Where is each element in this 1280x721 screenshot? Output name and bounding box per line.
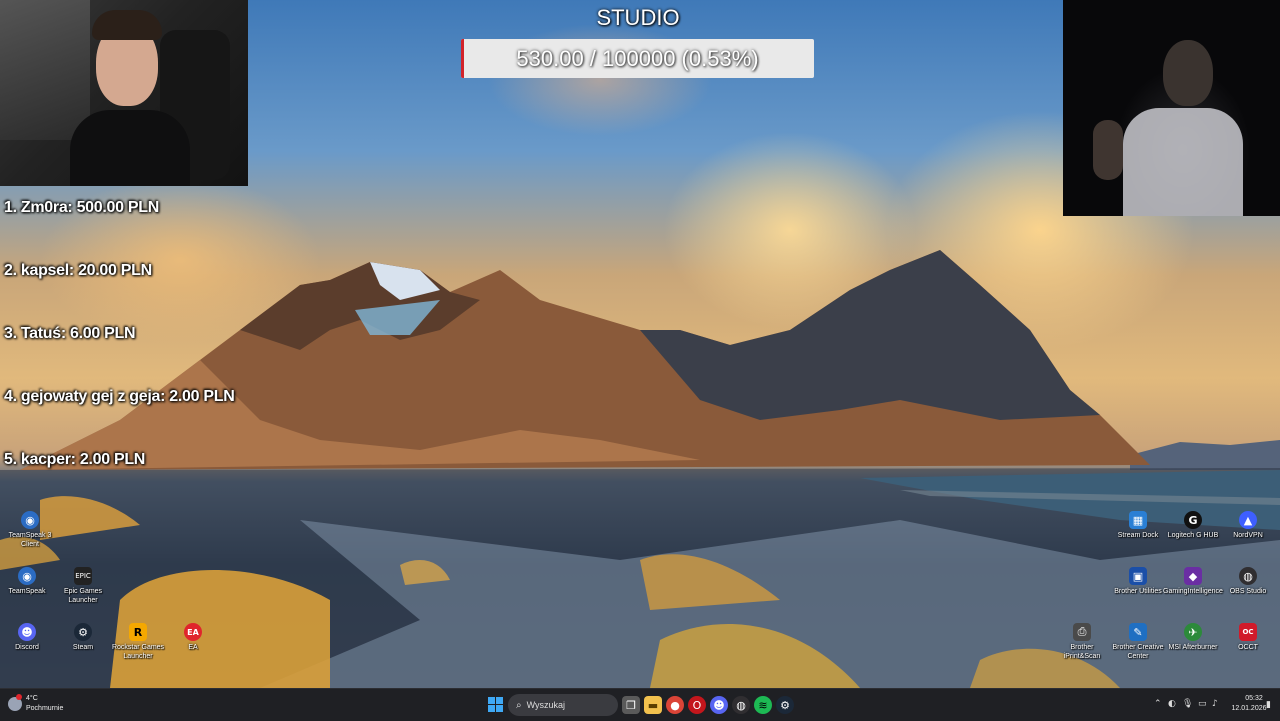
occt-icon: OC [1239, 623, 1257, 641]
network-icon[interactable]: ▭ [1198, 699, 1207, 709]
webcam-right-person-hand [1093, 120, 1123, 180]
desktop-icon-rockstar-games-launcher[interactable]: R Rockstar Games Launcher [108, 623, 168, 661]
task-view-icon[interactable]: ❐ [622, 696, 640, 714]
desktop-icon-occt[interactable]: OC OCCT [1218, 623, 1278, 652]
discord-icon: ☻ [18, 623, 36, 641]
gaming-intelligence-icon: ◆ [1184, 567, 1202, 585]
desktop-icon-brother-creative-center[interactable]: ✎ Brother Creative Center [1108, 623, 1168, 661]
weather-temperature: 4°C [26, 695, 38, 702]
ea-icon: EA [184, 623, 202, 641]
goal-progress-bar: 530.00 / 100000 (0.53%) [461, 39, 814, 78]
microphone-icon[interactable]: 🎙 [1182, 699, 1193, 709]
steam-taskbar-icon[interactable]: ⚙ [776, 696, 794, 714]
desktop-icon-label: TeamSpeak [8, 588, 46, 595]
desktop-icon-label: Logitech G HUB [1167, 532, 1219, 539]
notification-bell-icon[interactable]: ▮ [1266, 700, 1271, 710]
windows-logo-icon [488, 697, 504, 712]
desktop-icon-stream-dock[interactable]: ▦ Stream Dock [1108, 511, 1168, 540]
notification-badge-icon [16, 694, 22, 700]
weather-description: Pochmurnie [26, 705, 64, 712]
desktop-icon-obs-studio[interactable]: ◍ OBS Studio [1218, 567, 1278, 596]
file-explorer-icon[interactable]: ▬ [644, 696, 662, 714]
desktop-icon-label: NordVPN [1233, 532, 1263, 539]
desktop-icon-brother-utilities[interactable]: ▣ Brother Utilities [1108, 567, 1168, 596]
desktop-icon-label: Rockstar Games Launcher [111, 644, 165, 660]
desktop-icon-label: TeamSpeak 3 Client [8, 532, 52, 548]
taskbar: 4°C Pochmurnie ⌕ Wyszukaj ❐ ▬ ● O ☻ ◍ ≋ … [0, 688, 1280, 721]
goal-progress-text: 530.00 / 100000 (0.53%) [516, 46, 759, 71]
steam-icon: ⚙ [74, 623, 92, 641]
webcam-left-person-body [70, 110, 190, 186]
obs-icon: ◍ [1239, 567, 1257, 585]
donor-entry-2: 2. kapsel: 20.00 PLN [4, 262, 152, 279]
spotify-icon[interactable]: ≋ [754, 696, 772, 714]
desktop-icon-label: MSI Afterburner [1168, 644, 1218, 651]
logitech-icon: G [1184, 511, 1202, 529]
epic-games-icon: EPIC [74, 567, 92, 585]
nordvpn-icon: ▲ [1239, 511, 1257, 529]
desktop-icon-label: GamingIntelligence [1163, 588, 1223, 595]
rockstar-icon: R [129, 623, 147, 641]
webcam-left-background-poster [0, 0, 90, 140]
desktop-icon-label: Discord [15, 644, 39, 651]
desktop-icon-brother-iprint-scan[interactable]: ⎙ Brother iPrint&Scan [1052, 623, 1112, 661]
discord-taskbar-icon[interactable]: ☻ [710, 696, 728, 714]
msi-afterburner-icon: ✈ [1184, 623, 1202, 641]
desktop-icon-label: Epic Games Launcher [63, 588, 103, 604]
desktop-icon-epic-games-launcher[interactable]: EPIC Epic Games Launcher [53, 567, 113, 605]
teamspeak-icon: ◉ [18, 567, 36, 585]
donor-entry-1: 1. Zm0ra: 500.00 PLN [4, 199, 159, 216]
webcam-left-person-hair [92, 10, 162, 40]
stream-dock-icon: ▦ [1129, 511, 1147, 529]
desktop-icon-discord[interactable]: ☻ Discord [0, 623, 57, 652]
taskbar-search-box[interactable]: ⌕ Wyszukaj [508, 694, 618, 716]
desktop-icon-label: EA [188, 644, 198, 651]
desktop-icon-label: Stream Dock [1117, 532, 1159, 539]
desktop-icon-label: Brother Creative Center [1112, 644, 1164, 660]
desktop-icon-msi-afterburner[interactable]: ✈ MSI Afterburner [1163, 623, 1223, 652]
goal-title: STUDIO [596, 5, 680, 30]
speaker-icon[interactable]: ♪ [1212, 699, 1218, 709]
start-button[interactable] [488, 697, 504, 713]
chrome-icon[interactable]: ● [666, 696, 684, 714]
webcam-right-person-face [1163, 40, 1213, 106]
opera-icon[interactable]: O [688, 696, 706, 714]
desktop-icon-label: Brother Utilities [1114, 588, 1162, 595]
brother-utilities-icon: ▣ [1129, 567, 1147, 585]
desktop-icon-ea[interactable]: EA EA [163, 623, 223, 652]
donor-entry-5: 5. kacper: 2.00 PLN [4, 451, 146, 468]
tray-app-icon[interactable]: ◐ [1168, 699, 1176, 709]
desktop-icon-label: Brother iPrint&Scan [1063, 644, 1101, 660]
desktop-icon-steam[interactable]: ⚙ Steam [53, 623, 113, 652]
obs-taskbar-icon[interactable]: ◍ [732, 696, 750, 714]
desktop-icon-teamspeak[interactable]: ◉ TeamSpeak [0, 567, 57, 596]
desktop-icon-teamspeak-3-client[interactable]: ◉ TeamSpeak 3 Client [0, 511, 60, 549]
desktop-icon-label: OBS Studio [1229, 588, 1267, 595]
donor-entry-4: 4. gejowaty gej z geja: 2.00 PLN [4, 388, 235, 405]
desktop-icon-label: Steam [72, 644, 94, 651]
brother-iprint-icon: ⎙ [1073, 623, 1091, 641]
teamspeak-icon: ◉ [21, 511, 39, 529]
webcam-left [0, 0, 248, 186]
desktop-icon-logitech-g-hub[interactable]: G Logitech G HUB [1163, 511, 1223, 540]
weather-widget[interactable]: 4°C Pochmurnie [0, 689, 80, 721]
donor-entry-3: 3. Tatuś: 6.00 PLN [4, 325, 136, 342]
desktop-icon-nordvpn[interactable]: ▲ NordVPN [1218, 511, 1278, 540]
brother-creative-icon: ✎ [1129, 623, 1147, 641]
desktop-icon-gamingintelligence[interactable]: ◆ GamingIntelligence [1163, 567, 1223, 596]
desktop-icon-label: OCCT [1238, 644, 1258, 651]
webcam-right-person-shirt [1123, 108, 1243, 216]
webcam-right [1063, 0, 1280, 216]
search-placeholder: Wyszukaj [526, 700, 566, 710]
tray-overflow-chevron-icon[interactable]: ⌃ [1154, 699, 1162, 709]
search-icon: ⌕ [516, 699, 522, 711]
